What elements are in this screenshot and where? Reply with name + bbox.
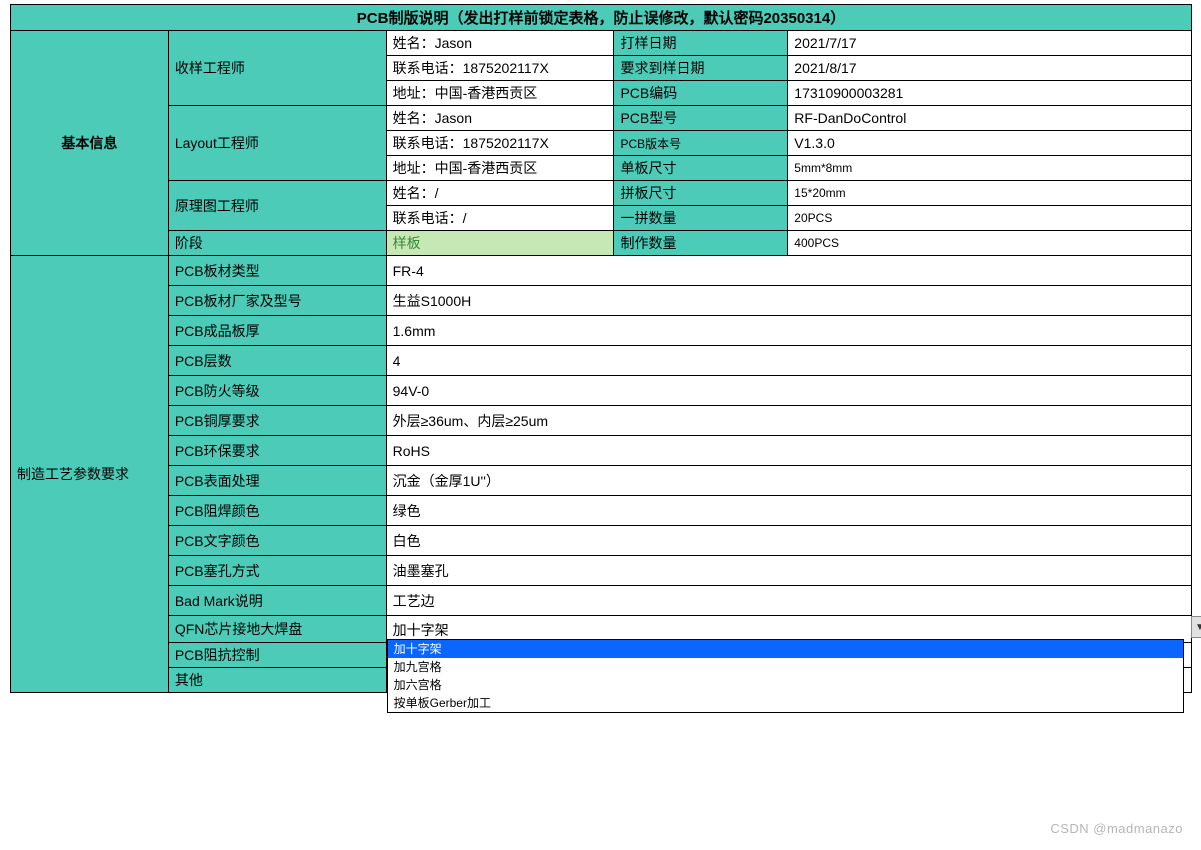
material-type-label: PCB板材类型 bbox=[168, 256, 386, 286]
thickness-label: PCB成品板厚 bbox=[168, 316, 386, 346]
material-vendor-value: 生益S1000H bbox=[386, 286, 1191, 316]
make-qty-label: 制作数量 bbox=[614, 231, 788, 256]
section-process-params: 制造工艺参数要求 bbox=[11, 256, 169, 693]
pcb-spec-table: PCB制版说明（发出打样前锁定表格，防止误修改，默认密码20350314） 基本… bbox=[10, 4, 1192, 693]
surface-value: 沉金（金厚1U''） bbox=[386, 466, 1191, 496]
stage-label: 阶段 bbox=[168, 231, 386, 256]
env-value: RoHS bbox=[386, 436, 1191, 466]
badmark-label: Bad Mark说明 bbox=[168, 586, 386, 616]
pcb-code-value: 17310900003281 bbox=[788, 81, 1192, 106]
single-size-label: 单板尺寸 bbox=[614, 156, 788, 181]
dropdown-arrow-icon[interactable]: ▼ bbox=[1191, 616, 1201, 638]
arrive-date-label: 要求到样日期 bbox=[614, 56, 788, 81]
layout-phone: 联系电话：1875202117X bbox=[386, 131, 614, 156]
fire-label: PCB防火等级 bbox=[168, 376, 386, 406]
recv-name: 姓名：Jason bbox=[386, 31, 614, 56]
other-label: 其他 bbox=[168, 668, 386, 693]
stage-value[interactable]: 样板 bbox=[386, 231, 614, 256]
pcb-version-value: V1.3.0 bbox=[788, 131, 1192, 156]
silk-color-label: PCB文字颜色 bbox=[168, 526, 386, 556]
pcb-version-label: PCB版本号 bbox=[614, 131, 788, 156]
watermark: CSDN @madmanazo bbox=[1050, 821, 1183, 836]
pcb-code-label: PCB编码 bbox=[614, 81, 788, 106]
surface-label: PCB表面处理 bbox=[168, 466, 386, 496]
layout-addr: 地址：中国-香港西贡区 bbox=[386, 156, 614, 181]
panel-size-value: 15*20mm bbox=[788, 181, 1192, 206]
thickness-value: 1.6mm bbox=[386, 316, 1191, 346]
env-label: PCB环保要求 bbox=[168, 436, 386, 466]
qfn-cell[interactable]: 加十字架 ▼ 加十字架 加九宫格 加六宫格 按单板Gerber加工 bbox=[386, 616, 1191, 643]
plug-label: PCB塞孔方式 bbox=[168, 556, 386, 586]
sample-date-value: 2021/7/17 bbox=[788, 31, 1192, 56]
qfn-label: QFN芯片接地大焊盘 bbox=[168, 616, 386, 643]
section-basic-info: 基本信息 bbox=[11, 31, 169, 256]
material-type-value: FR-4 bbox=[386, 256, 1191, 286]
pcb-model-value: RF-DanDoControl bbox=[788, 106, 1192, 131]
recv-addr: 地址：中国-香港西贡区 bbox=[386, 81, 614, 106]
schematic-engineer-label: 原理图工程师 bbox=[168, 181, 386, 231]
copper-value: 外层≥36um、内层≥25um bbox=[386, 406, 1191, 436]
qfn-value: 加十字架 bbox=[393, 622, 449, 638]
per-panel-value: 20PCS bbox=[788, 206, 1192, 231]
arrive-date-value: 2021/8/17 bbox=[788, 56, 1192, 81]
make-qty-value: 400PCS bbox=[788, 231, 1192, 256]
plug-value: 油墨塞孔 bbox=[386, 556, 1191, 586]
schem-phone: 联系电话：/ bbox=[386, 206, 614, 231]
layers-label: PCB层数 bbox=[168, 346, 386, 376]
sample-date-label: 打样日期 bbox=[614, 31, 788, 56]
recv-phone: 联系电话：1875202117X bbox=[386, 56, 614, 81]
dropdown-option[interactable]: 加九宫格 bbox=[388, 658, 1183, 676]
copper-label: PCB铜厚要求 bbox=[168, 406, 386, 436]
silk-color-value: 白色 bbox=[386, 526, 1191, 556]
layers-value: 4 bbox=[386, 346, 1191, 376]
dropdown-option[interactable]: 加十字架 bbox=[388, 640, 1183, 658]
page-title: PCB制版说明（发出打样前锁定表格，防止误修改，默认密码20350314） bbox=[11, 5, 1192, 31]
single-size-value: 5mm*8mm bbox=[788, 156, 1192, 181]
impedance-label: PCB阻抗控制 bbox=[168, 643, 386, 668]
mask-color-value: 绿色 bbox=[386, 496, 1191, 526]
mask-color-label: PCB阻焊颜色 bbox=[168, 496, 386, 526]
layout-engineer-label: Layout工程师 bbox=[168, 106, 386, 181]
dropdown-option[interactable]: 加六宫格 bbox=[388, 676, 1183, 694]
schem-name: 姓名：/ bbox=[386, 181, 614, 206]
material-vendor-label: PCB板材厂家及型号 bbox=[168, 286, 386, 316]
qfn-dropdown-list[interactable]: 加十字架 加九宫格 加六宫格 按单板Gerber加工 bbox=[387, 639, 1184, 713]
panel-size-label: 拼板尺寸 bbox=[614, 181, 788, 206]
receive-engineer-label: 收样工程师 bbox=[168, 31, 386, 106]
badmark-value: 工艺边 bbox=[386, 586, 1191, 616]
pcb-model-label: PCB型号 bbox=[614, 106, 788, 131]
fire-value: 94V-0 bbox=[386, 376, 1191, 406]
layout-name: 姓名：Jason bbox=[386, 106, 614, 131]
per-panel-label: 一拼数量 bbox=[614, 206, 788, 231]
dropdown-option[interactable]: 按单板Gerber加工 bbox=[388, 694, 1183, 712]
